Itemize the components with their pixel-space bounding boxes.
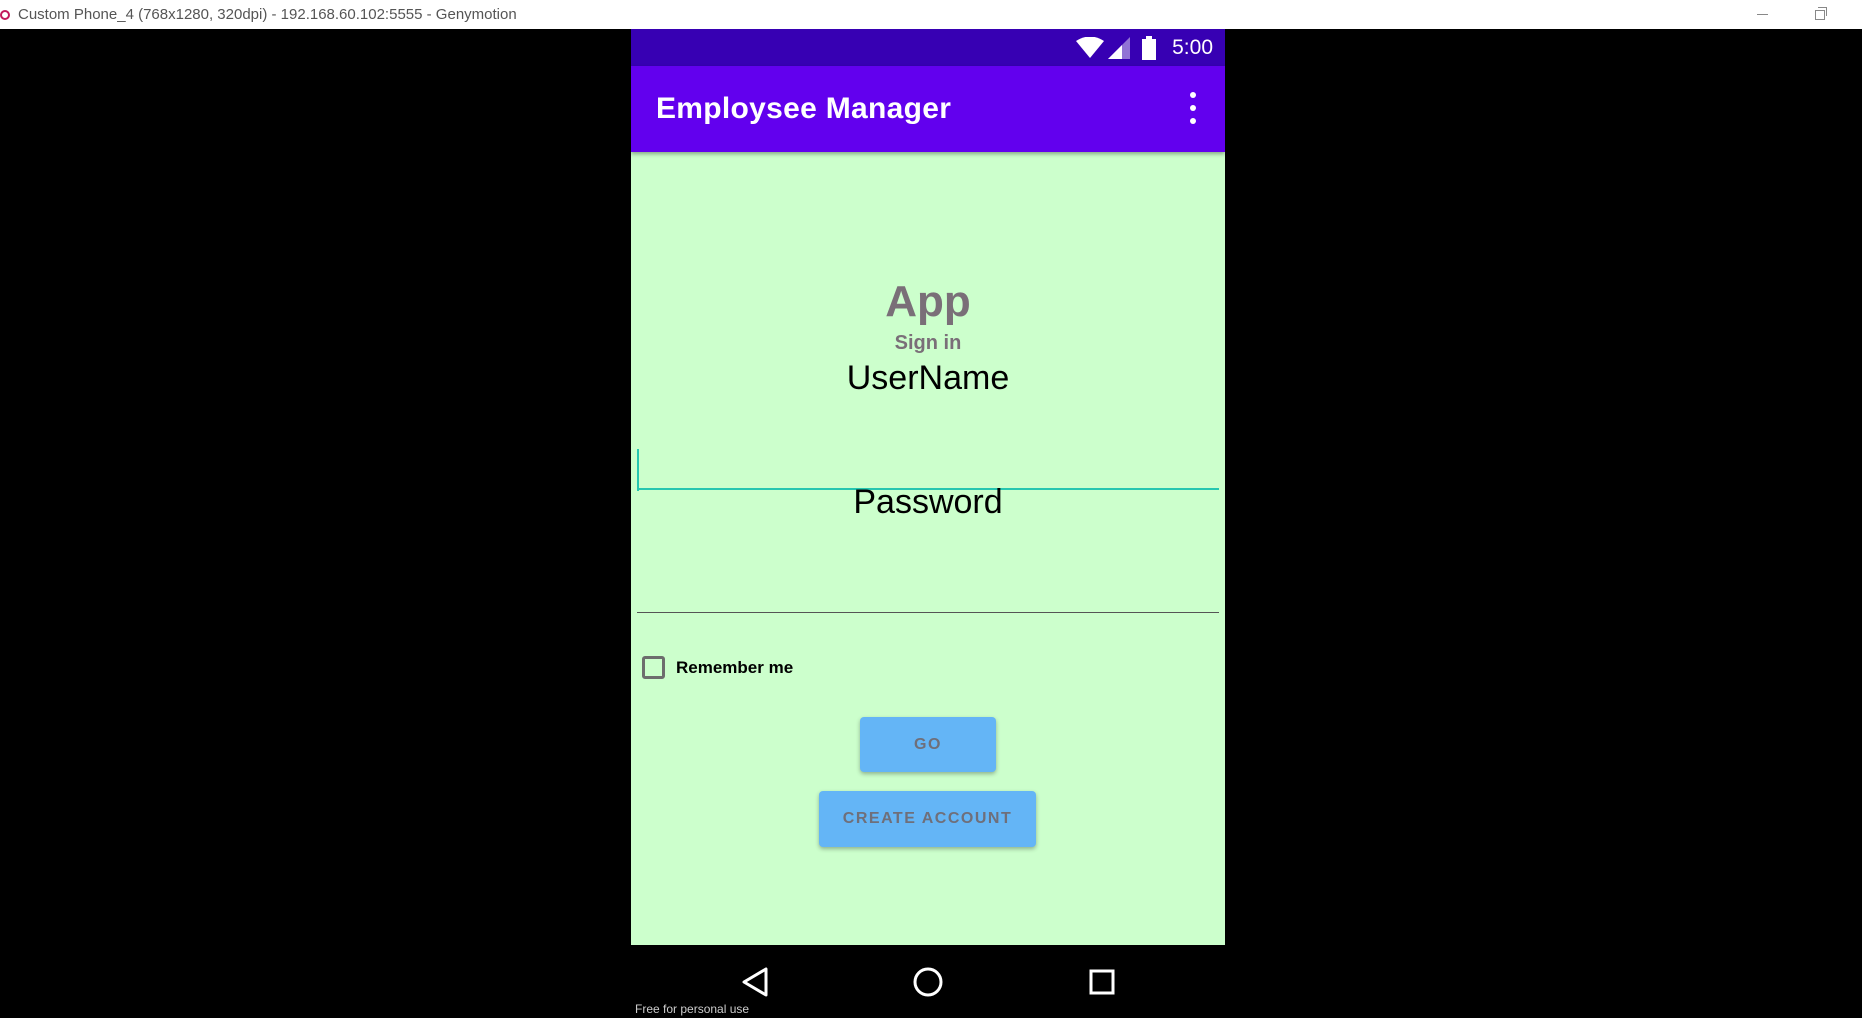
menu-dot <box>1190 92 1196 98</box>
login-form: App Sign in UserName Password Remember m… <box>631 152 1225 945</box>
watermark-text: Free for personal use <box>635 1002 750 1016</box>
remember-me-row[interactable]: Remember me <box>642 656 793 679</box>
minimize-button[interactable] <box>1737 0 1787 29</box>
signal-icon <box>1108 37 1130 59</box>
status-time: 5:00 <box>1172 36 1213 59</box>
create-account-button[interactable]: CREATE ACCOUNT <box>819 791 1036 847</box>
status-bar: 5:00 <box>631 29 1225 66</box>
recents-button[interactable] <box>1062 945 1142 1018</box>
emulator-window: Custom Phone_4 (768x1280, 320dpi) - 192.… <box>0 0 1867 1018</box>
app-heading: App <box>885 277 971 326</box>
password-label: Password <box>853 483 1003 521</box>
remember-me-label: Remember me <box>676 657 794 677</box>
app-bar: Employsee Manager <box>631 66 1225 152</box>
restore-icon <box>1815 6 1827 20</box>
recents-icon <box>1089 969 1115 994</box>
wifi-icon <box>1076 37 1104 58</box>
restore-button[interactable] <box>1795 0 1845 29</box>
minimize-icon <box>1756 14 1768 15</box>
username-label: UserName <box>846 359 1010 397</box>
back-icon <box>742 967 768 996</box>
home-icon <box>913 967 943 996</box>
menu-dot <box>1190 118 1196 124</box>
remember-me-checkbox[interactable] <box>642 656 665 679</box>
menu-dot <box>1190 105 1196 111</box>
sign-in-subheading: Sign in <box>894 332 962 354</box>
window-titlebar: Custom Phone_4 (768x1280, 320dpi) - 192.… <box>0 0 1867 29</box>
home-button[interactable] <box>888 945 968 1018</box>
go-button[interactable]: GO <box>860 717 996 772</box>
password-input[interactable] <box>637 565 1219 613</box>
navigation-bar: Free for personal use <box>631 945 1225 1018</box>
app-title: Employsee Manager <box>656 92 952 125</box>
window-title: Custom Phone_4 (768x1280, 320dpi) - 192.… <box>18 6 517 23</box>
genymotion-logo-icon <box>0 9 10 20</box>
window-edge <box>1862 29 1867 1018</box>
battery-icon <box>1142 36 1156 60</box>
phone-screen: 5:00 Employsee Manager App Sign in UserN… <box>631 29 1225 1018</box>
overflow-menu-icon[interactable] <box>1187 92 1199 124</box>
